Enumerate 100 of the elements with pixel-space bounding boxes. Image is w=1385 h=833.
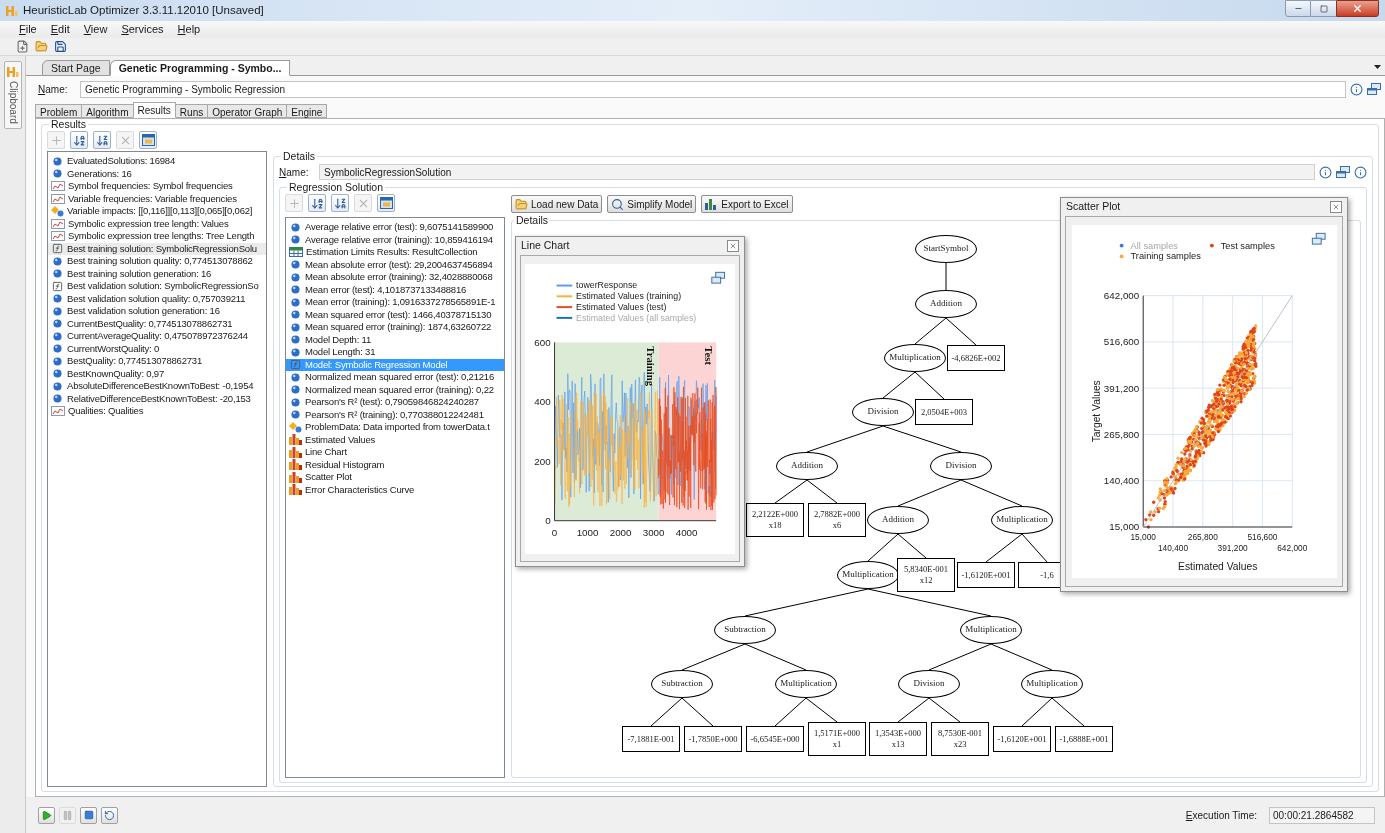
result-item[interactable]: RelativeDifferenceBestKnownToBest: -20,153	[48, 392, 266, 405]
terminal-node[interactable]: -1,7850E+000	[684, 726, 742, 752]
stop-button[interactable]	[80, 806, 97, 824]
terminal-node[interactable]: 8,7530E-001 x23	[931, 722, 989, 756]
result-item[interactable]: Pearson's R² (test): 0,79059846824240287	[286, 396, 504, 409]
document-tab[interactable]: Genetic Programming - Symbo...	[109, 60, 291, 76]
result-item[interactable]: BestQuality: 0,774513078862731	[48, 355, 266, 368]
view-tab[interactable]: Engine	[286, 104, 328, 118]
load-data-button[interactable]: Load new Data	[511, 195, 603, 213]
result-item[interactable]: Pearson's R² (training): 0,770388012242481	[286, 408, 504, 421]
result-item[interactable]: Line Chart	[286, 446, 504, 459]
result-item[interactable]: Best validation solution: SymbolicRegressionSo	[48, 280, 266, 293]
result-item[interactable]: Error Characteristics Curve	[286, 483, 504, 496]
result-item[interactable]: Mean squared error (training): 1874,63260722	[286, 321, 504, 334]
result-item[interactable]: CurrentWorstQuality: 0	[48, 342, 266, 355]
result-item[interactable]: Best training solution generation: 16	[48, 267, 266, 280]
export-button[interactable]: Export to Excel	[701, 195, 793, 213]
function-node[interactable]: Addition	[776, 452, 838, 480]
info-icon[interactable]	[1319, 165, 1332, 179]
reset-button[interactable]	[101, 806, 118, 824]
function-node[interactable]: Multiplication	[837, 561, 899, 589]
terminal-node[interactable]: -4,6826E+002	[947, 345, 1005, 371]
maximize-button[interactable]	[1311, 0, 1336, 17]
result-item[interactable]: Symbolic expression tree length: Values	[48, 217, 266, 230]
terminal-node[interactable]: -1,6888E+001	[1055, 726, 1113, 752]
info-icon[interactable]	[1350, 82, 1363, 96]
windows-icon[interactable]	[1311, 232, 1326, 245]
view-tab[interactable]: Operator Graph	[207, 104, 288, 118]
terminal-node[interactable]: -6,6545E+000	[746, 726, 804, 752]
view-tab[interactable]: Problem	[35, 104, 83, 118]
result-item[interactable]: Mean squared error (test): 1466,40378715130	[286, 308, 504, 321]
view-button[interactable]	[139, 131, 157, 149]
terminal-node[interactable]: 2,7882E+000 x6	[808, 503, 866, 537]
function-node[interactable]: Multiplication	[1021, 670, 1083, 698]
terminal-node[interactable]: -1,6120E+001	[993, 726, 1051, 752]
result-item[interactable]: ProblemData: Data imported from towerData.t	[286, 421, 504, 434]
view-tab[interactable]: Results	[132, 102, 176, 118]
result-item[interactable]: Qualities: Qualities	[48, 405, 266, 418]
result-item[interactable]: CurrentAverageQuality: 0,475078972376244	[48, 330, 266, 343]
menu-item[interactable]: Edit	[43, 21, 77, 38]
close-button[interactable]	[727, 240, 739, 252]
sort-ascending-button[interactable]	[308, 194, 326, 212]
result-item[interactable]: Estimation Limits Results: ResultCollection	[286, 246, 504, 259]
function-node[interactable]: Multiplication	[775, 670, 837, 698]
result-item[interactable]: Variable frequencies: Variable frequencies	[48, 192, 266, 205]
result-item[interactable]: Normalized mean squared error (training): 0,22	[286, 383, 504, 396]
terminal-node[interactable]: 1,3543E+000 x13	[869, 722, 927, 756]
result-item[interactable]: Symbol frequencies: Symbol frequencies	[48, 180, 266, 193]
function-node[interactable]: Subtraction	[651, 670, 713, 698]
sort-descending-button[interactable]	[331, 194, 349, 212]
save-button[interactable]	[52, 38, 68, 55]
minimize-button[interactable]	[1285, 0, 1311, 17]
terminal-node[interactable]: 1,5171E+000 x1	[808, 722, 866, 756]
start-button[interactable]	[38, 806, 55, 824]
terminal-node[interactable]: 5,8340E-001 x12	[897, 558, 955, 592]
result-item[interactable]: Residual Histogram	[286, 458, 504, 471]
terminal-node[interactable]: 2,0504E+003	[915, 399, 973, 425]
function-node[interactable]: Multiplication	[960, 616, 1022, 644]
result-item[interactable]: Variable impacts: [[0,116]][0,113][0,065][0,062]	[48, 205, 266, 218]
document-tab[interactable]: Start Page	[42, 60, 110, 76]
result-item[interactable]: Best validation solution quality: 0,757039211	[48, 292, 266, 305]
function-node[interactable]: StartSymbol	[915, 235, 977, 263]
terminal-node[interactable]: 2,2122E+000 x18	[746, 503, 804, 537]
close-button[interactable]	[1336, 0, 1379, 17]
execution-time-field[interactable]: 00:00:21.2864582	[1269, 806, 1375, 824]
function-node[interactable]: Multiplication	[991, 506, 1053, 534]
view-button[interactable]	[377, 194, 395, 212]
result-item[interactable]: Best training solution: SymbolicRegressionSolu	[48, 242, 266, 255]
result-item[interactable]: Mean absolute error (test): 29,2004637456894	[286, 258, 504, 271]
menu-item[interactable]: View	[76, 21, 115, 38]
result-item[interactable]: Best validation solution generation: 16	[48, 305, 266, 318]
info-icon[interactable]	[1354, 165, 1367, 179]
result-item[interactable]: Mean error (training): 1,0916337278565891E-1	[286, 296, 504, 309]
clipboard-tab[interactable]: Clipboard	[3, 61, 22, 129]
result-item[interactable]: Generations: 16	[48, 167, 266, 180]
result-item[interactable]: Model Depth: 11	[286, 333, 504, 346]
result-item[interactable]: Average relative error (test): 9,6075141589900	[286, 221, 504, 234]
result-item[interactable]: Estimated Values	[286, 433, 504, 446]
result-item[interactable]: Mean absolute error (training): 32,4028880068	[286, 271, 504, 284]
function-node[interactable]: Addition	[867, 506, 929, 534]
function-node[interactable]: Multiplication	[884, 344, 946, 372]
view-tab[interactable]: Runs	[174, 104, 209, 118]
result-item[interactable]: Symbolic expression tree lengths: Tree Length	[48, 230, 266, 243]
terminal-node[interactable]: -7,1881E-001	[622, 726, 680, 752]
sort-ascending-button[interactable]	[70, 131, 88, 149]
function-node[interactable]: Division	[852, 398, 914, 426]
close-button[interactable]	[1330, 201, 1342, 213]
function-node[interactable]: Subtraction	[714, 616, 776, 644]
name-field[interactable]: SymbolicRegressionSolution	[319, 164, 1315, 180]
result-item[interactable]: EvaluatedSolutions: 16984	[48, 155, 266, 168]
result-item[interactable]: Scatter Plot	[286, 471, 504, 484]
result-item[interactable]: Average relative error (training): 10,859416194	[286, 233, 504, 246]
terminal-node[interactable]: -1,6120E+001	[957, 562, 1015, 588]
function-node[interactable]: Addition	[915, 290, 977, 318]
result-item[interactable]: Normalized mean squared error (test): 0,21216	[286, 371, 504, 384]
sort-descending-button[interactable]	[93, 131, 111, 149]
result-item[interactable]: Model Length: 31	[286, 346, 504, 359]
view-tab[interactable]: Algorithm	[81, 104, 134, 118]
menu-item[interactable]: Services	[114, 21, 171, 38]
result-item[interactable]: AbsoluteDifferenceBestKnownToBest: -0,1954	[48, 380, 266, 393]
